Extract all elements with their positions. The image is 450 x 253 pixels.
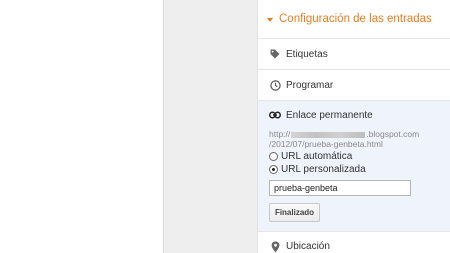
settings-item-label: Programar — [286, 79, 334, 91]
url-path: /2012/07/prueba-genbeta.html — [269, 139, 383, 149]
settings-header[interactable]: Configuración de las entradas — [258, 0, 450, 39]
url-domain: .blogspot.com — [366, 129, 420, 139]
settings-item-location[interactable]: Ubicación — [258, 232, 450, 253]
post-settings-panel: Configuración de las entradas Etiquetas … — [257, 0, 450, 253]
custom-url-label: URL personalizada — [281, 164, 366, 175]
done-button[interactable]: Finalizado — [269, 203, 320, 222]
automatic-url-label: URL automática — [281, 151, 353, 162]
link-icon — [269, 109, 281, 121]
settings-item-label: Ubicación — [286, 241, 330, 252]
settings-title: Configuración de las entradas — [279, 13, 432, 25]
editor-pane[interactable] — [0, 0, 164, 253]
permalink-header[interactable]: Enlace permanente — [269, 108, 440, 122]
custom-url-option[interactable]: URL personalizada — [269, 164, 440, 175]
automatic-url-radio[interactable] — [269, 152, 278, 161]
settings-item-labels[interactable]: Etiquetas — [258, 39, 450, 70]
gutter-pane — [164, 0, 257, 253]
custom-url-radio[interactable] — [269, 165, 278, 174]
automatic-url-option[interactable]: URL automática — [269, 151, 440, 162]
permalink-url: http:// .blogspot.com /2012/07/prueba-gen… — [269, 129, 440, 149]
permalink-section: Enlace permanente http:// .blogspot.com /… — [258, 101, 450, 232]
map-pin-icon — [269, 241, 281, 253]
settings-item-schedule[interactable]: Programar — [258, 70, 450, 101]
clock-icon — [269, 79, 281, 91]
settings-item-label: Etiquetas — [286, 48, 328, 60]
custom-url-input[interactable] — [269, 180, 411, 196]
tag-icon — [269, 48, 281, 60]
permalink-label: Enlace permanente — [286, 109, 373, 121]
url-prefix: http:// — [269, 129, 291, 139]
caret-down-icon — [267, 17, 273, 22]
redacted-blog-name — [291, 131, 366, 138]
